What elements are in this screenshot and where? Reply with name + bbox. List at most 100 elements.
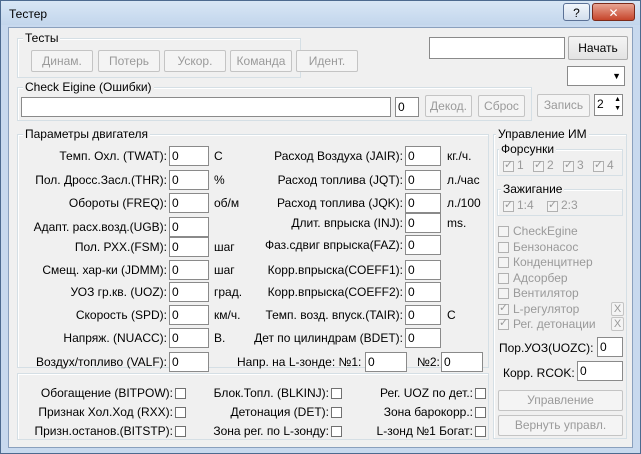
ignition-title: Зажигание: [501, 182, 565, 196]
injector-checkbox[interactable]: [503, 158, 514, 172]
param-label: Темп. возд. впуск.(TAIR):: [265, 308, 403, 322]
param-value: 0: [405, 235, 441, 255]
lambda2-label: №2:: [417, 355, 440, 369]
device-checkbox[interactable]: [498, 226, 509, 237]
ignition-label: 2:3: [561, 198, 578, 212]
close-button[interactable]: ✕: [592, 3, 635, 21]
decode-button[interactable]: Декод.: [425, 95, 472, 117]
injector-checkbox[interactable]: [593, 158, 604, 172]
manage-button[interactable]: Управление: [498, 390, 623, 411]
flag-label: Детонация (DET):: [230, 405, 329, 419]
mode-combo[interactable]: ▼: [567, 66, 625, 86]
rcok-label: Корр. RCOK:: [503, 366, 575, 380]
param-unit: В.: [214, 331, 226, 345]
spinner-arrows-icon[interactable]: ▲ ▼: [614, 95, 621, 113]
flag-label: Зона рег. по L-зонду:: [213, 424, 329, 438]
param-value: 0: [169, 170, 209, 190]
param-value: 0: [169, 237, 209, 257]
test-button-4[interactable]: Команда: [230, 50, 292, 72]
param-unit: шаг: [214, 240, 235, 254]
flag-checkbox[interactable]: [175, 388, 186, 399]
test-button-5[interactable]: Идент.: [296, 50, 358, 72]
param-value: 0: [169, 305, 209, 325]
client-area: Тесты Начать ▼ Check Eigine (Ошибки) 0 Д…: [8, 27, 633, 448]
param-value: 0: [169, 217, 209, 237]
injector-label: 3: [577, 158, 584, 172]
param-unit: C: [214, 149, 223, 163]
flag-checkbox[interactable]: [175, 407, 186, 418]
x-button[interactable]: X: [611, 317, 624, 331]
flag-label: Призн.останов.(BITSTP):: [34, 424, 173, 438]
flag-checkbox[interactable]: [175, 426, 186, 437]
errors-field[interactable]: [21, 97, 391, 117]
lambda2-value: 0: [441, 352, 483, 372]
device-label: Адсорбер: [513, 270, 568, 285]
device-checkbox[interactable]: [498, 301, 509, 315]
test-button-2[interactable]: Потерь: [98, 50, 160, 72]
param-label: УОЗ гр.кв. (UOZ):: [70, 285, 167, 299]
x-button[interactable]: X: [611, 301, 624, 316]
uozc-field[interactable]: 0: [597, 337, 623, 357]
injector-label: 4: [607, 158, 614, 172]
ignition-checkbox[interactable]: [547, 198, 558, 212]
param-label: Корр.впрыска(COEFF2):: [267, 285, 403, 299]
device-label: Вентилятор: [513, 286, 579, 300]
ignition-checkbox[interactable]: [503, 198, 514, 212]
param-unit: л./100: [447, 196, 481, 210]
param-label: Расход топлива (JQT):: [277, 173, 403, 187]
device-checkbox[interactable]: [498, 272, 509, 284]
test-button-3[interactable]: Ускор.: [164, 50, 226, 72]
param-unit: ms.: [447, 216, 467, 230]
help-button[interactable]: ?: [563, 3, 590, 21]
start-button[interactable]: Начать: [568, 36, 628, 60]
flag-label: Блок.Топл. (BLKINJ):: [213, 386, 329, 400]
control-title: Управление ИМ: [496, 127, 589, 141]
device-checkbox[interactable]: [498, 241, 509, 253]
rcok-field[interactable]: 0: [577, 361, 623, 381]
device-label: Конденцитнер: [513, 255, 593, 269]
flag-checkbox[interactable]: [475, 388, 486, 399]
flag-label: Признак Хол.Ход (RXX):: [38, 405, 173, 419]
title-bar[interactable]: Тестер ? ✕: [1, 1, 640, 25]
lambda1-value: 0: [365, 352, 407, 372]
test-button-1[interactable]: Динам.: [31, 50, 93, 72]
param-label: Пол. РХХ.(FSM):: [74, 240, 167, 254]
flag-label: Обогащение (BITPOW):: [40, 386, 173, 400]
engine-params-title: Параметры двигателя: [23, 127, 151, 141]
param-value: 0: [169, 328, 209, 348]
reset-button[interactable]: Сброс: [478, 95, 525, 117]
flag-checkbox[interactable]: [475, 407, 486, 418]
start-input[interactable]: [429, 37, 565, 59]
param-unit: шаг: [214, 263, 235, 277]
flag-checkbox[interactable]: [475, 426, 486, 437]
param-value: 0: [405, 193, 441, 213]
chevron-down-icon[interactable]: ▼: [612, 67, 621, 85]
param-value: 0: [405, 305, 441, 325]
flag-label: Рег. UOZ по дет.:: [379, 386, 473, 400]
param-value: 0: [405, 146, 441, 166]
window-title: Тестер: [9, 7, 48, 21]
injector-label: 1: [517, 158, 524, 172]
device-label: Рег. детонации: [513, 317, 596, 331]
count-spinner[interactable]: 2 ▲ ▼: [594, 94, 623, 116]
param-value: 0: [169, 146, 209, 166]
write-button[interactable]: Запись: [537, 94, 590, 117]
device-checkbox[interactable]: [498, 257, 509, 268]
check-engine-title: Check Eigine (Ошибки): [23, 80, 154, 94]
injectors-title: Форсунки: [499, 142, 557, 156]
lambda-label: Напр. на L-зонде: №1:: [237, 355, 362, 369]
spinner-value: 2: [597, 97, 604, 111]
injector-checkbox[interactable]: [533, 158, 544, 172]
param-label: Фаз.сдвиг впрыска(FAZ):: [265, 238, 403, 252]
param-value: 0: [169, 352, 209, 372]
flag-label: L-зонд №1 Богат:: [376, 424, 473, 438]
param-unit: км/ч.: [214, 308, 241, 322]
return-control-button[interactable]: Вернуть управл.: [498, 415, 623, 436]
device-label: CheckEgine: [513, 224, 578, 238]
errors-count: 0: [395, 97, 419, 117]
device-checkbox[interactable]: [498, 288, 509, 299]
param-label: Адапт. расх.возд.(UGB):: [33, 220, 167, 234]
device-checkbox[interactable]: [498, 316, 509, 330]
injector-checkbox[interactable]: [563, 158, 574, 172]
injector-label: 2: [547, 158, 554, 172]
